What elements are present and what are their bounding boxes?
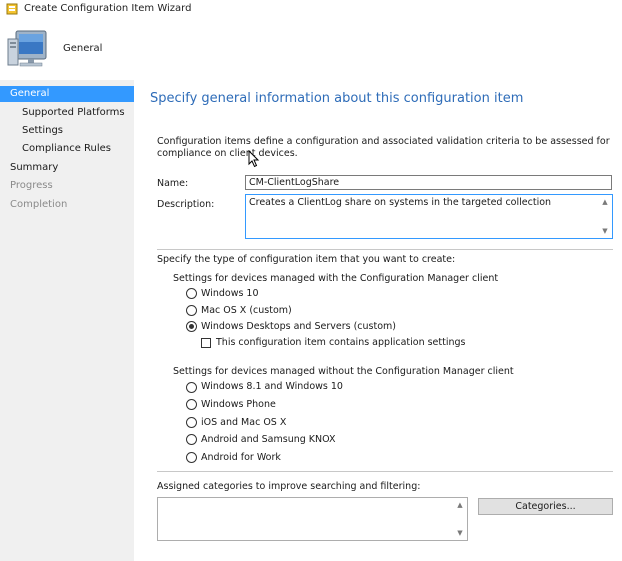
categories-scrollbar[interactable]: ▲ ▼ <box>453 498 467 540</box>
name-label: Name: <box>157 178 189 189</box>
title-bar: Create Configuration Item Wizard <box>0 0 622 20</box>
nav-item-summary[interactable]: Summary <box>0 160 134 176</box>
app-settings-checkbox[interactable] <box>201 338 211 348</box>
radio-android-work[interactable] <box>186 452 197 463</box>
categories-button[interactable]: Categories... <box>478 498 613 515</box>
radio-windows-81-10[interactable] <box>186 382 197 393</box>
divider <box>157 471 613 472</box>
radio-android-work-label[interactable]: Android for Work <box>201 452 281 463</box>
radio-android-knox[interactable] <box>186 434 197 445</box>
radio-windows-10-label[interactable]: Windows 10 <box>201 288 259 299</box>
wizard-header: General <box>0 20 622 80</box>
page-label: General <box>63 43 103 54</box>
type-prompt: Specify the type of configuration item t… <box>157 254 456 265</box>
scroll-down-icon[interactable]: ▼ <box>456 529 464 537</box>
without-client-group-label: Settings for devices managed without the… <box>173 366 514 377</box>
radio-windows-desktops-servers-label[interactable]: Windows Desktops and Servers (custom) <box>201 321 396 332</box>
scroll-down-icon[interactable]: ▼ <box>601 227 609 235</box>
radio-android-knox-label[interactable]: Android and Samsung KNOX <box>201 434 336 445</box>
description-field[interactable]: Creates a ClientLog share on systems in … <box>245 194 613 239</box>
radio-windows-phone[interactable] <box>186 399 197 410</box>
nav-item-compliance-rules[interactable]: Compliance Rules <box>0 141 134 157</box>
mouse-cursor-icon <box>248 150 260 168</box>
window-title: Create Configuration Item Wizard <box>24 3 192 14</box>
page-heading: Specify general information about this c… <box>150 91 524 106</box>
main-panel: Specify general information about this c… <box>134 80 622 561</box>
nav-item-progress: Progress <box>10 180 53 191</box>
description-scrollbar[interactable]: ▲ ▼ <box>598 195 612 238</box>
description-text: Creates a ClientLog share on systems in … <box>249 197 552 208</box>
with-client-group-label: Settings for devices managed with the Co… <box>173 273 499 284</box>
radio-windows-10[interactable] <box>186 288 197 299</box>
radio-windows-phone-label[interactable]: Windows Phone <box>201 399 276 410</box>
radio-ios-mac-label[interactable]: iOS and Mac OS X <box>201 417 286 428</box>
wizard-nav: General Supported Platforms Settings Com… <box>0 80 134 561</box>
radio-mac-os-x[interactable] <box>186 305 197 316</box>
description-label: Description: <box>157 199 215 210</box>
app-settings-checkbox-label[interactable]: This configuration item contains applica… <box>216 337 466 348</box>
radio-windows-81-10-label[interactable]: Windows 8.1 and Windows 10 <box>201 381 343 392</box>
nav-item-general[interactable]: General <box>0 86 134 102</box>
wizard-icon <box>6 3 18 15</box>
divider <box>157 249 613 250</box>
nav-item-completion: Completion <box>10 199 68 210</box>
scroll-up-icon[interactable]: ▲ <box>601 198 609 206</box>
categories-label: Assigned categories to improve searching… <box>157 481 421 492</box>
nav-item-supported-platforms[interactable]: Supported Platforms <box>0 105 134 121</box>
categories-list[interactable]: ▲ ▼ <box>157 497 468 541</box>
radio-ios-mac[interactable] <box>186 417 197 428</box>
intro-text: Configuration items define a configurati… <box>157 136 610 159</box>
radio-windows-desktops-servers[interactable] <box>186 321 197 332</box>
nav-item-settings[interactable]: Settings <box>0 123 134 139</box>
computer-icon <box>7 30 47 67</box>
scroll-up-icon[interactable]: ▲ <box>456 501 464 509</box>
radio-mac-os-x-label[interactable]: Mac OS X (custom) <box>201 305 292 316</box>
name-input[interactable] <box>245 175 612 190</box>
